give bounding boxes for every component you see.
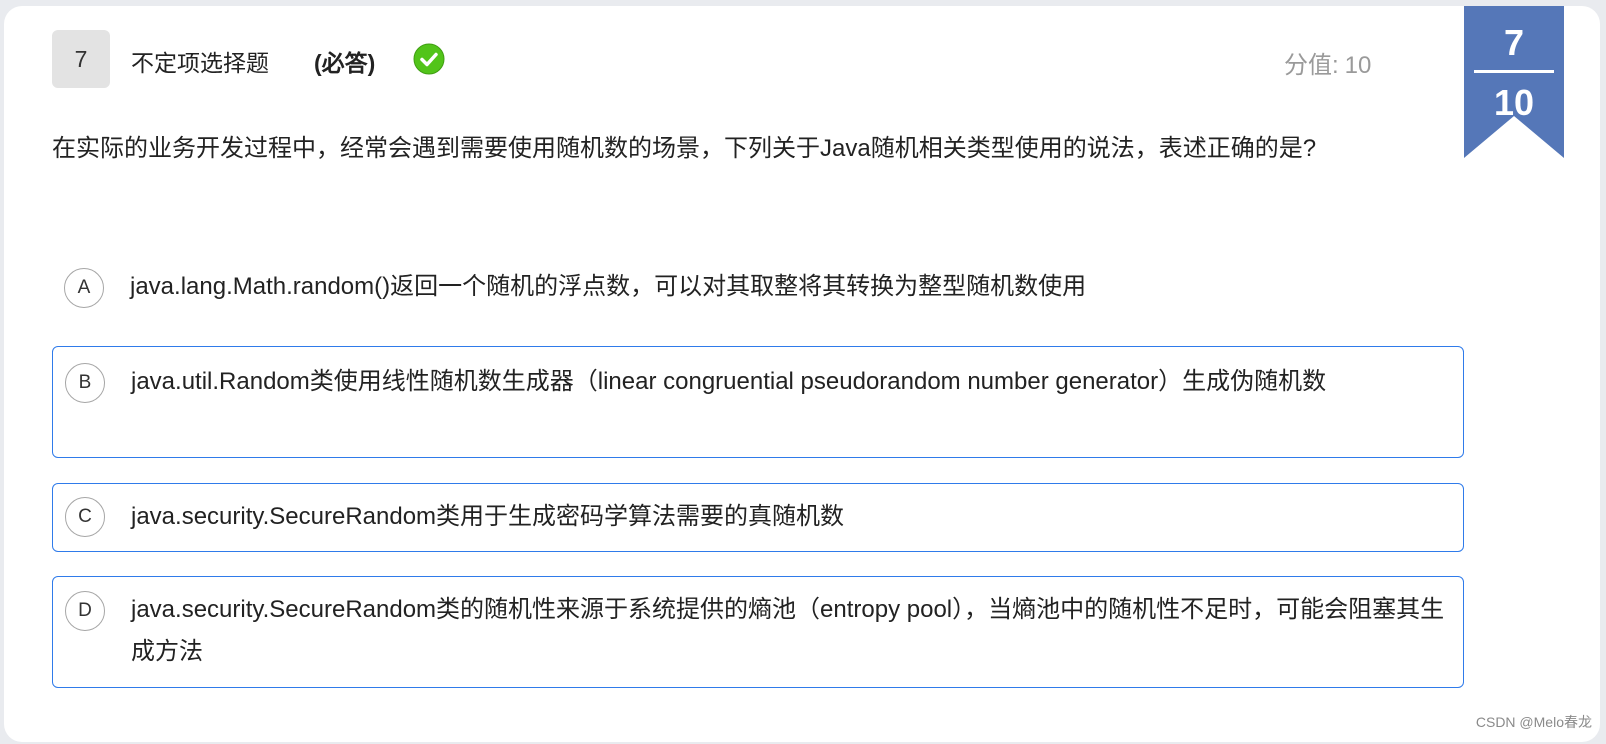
option-text: java.lang.Math.random()返回一个随机的浮点数，可以对其取整… <box>130 273 1087 300</box>
question-text: 在实际的业务开发过程中，经常会遇到需要使用随机数的场景，下列关于Java随机相关… <box>52 135 1317 162</box>
required-label: (必答) <box>314 50 376 76</box>
option-text: java.security.SecureRandom类用于生成密码学算法需要的真… <box>131 503 845 530</box>
progress-divider <box>1474 70 1554 73</box>
question-number: 7 <box>74 45 88 72</box>
score-label: 分值: <box>1284 52 1339 79</box>
option-text: java.security.SecureRandom类的随机性来源于系统提供的熵… <box>131 596 1445 665</box>
progress-ribbon: 7 10 <box>1464 6 1564 158</box>
option-letter: A <box>64 268 104 308</box>
progress-current: 7 <box>1503 22 1525 63</box>
option-letter: C <box>65 497 105 537</box>
watermark: CSDN @Melo春龙 <box>1475 714 1592 730</box>
option-text: java.util.Random类使用线性随机数生成器（linear congr… <box>131 368 1327 395</box>
option-b[interactable]: B java.util.Random类使用线性随机数生成器（linear con… <box>52 346 1464 458</box>
question-type-label: 不定项选择题 <box>131 50 269 76</box>
option-c[interactable]: C java.security.SecureRandom类用于生成密码学算法需要… <box>52 483 1464 552</box>
score-display: 分值: 10 <box>1284 45 1371 80</box>
option-a[interactable]: A java.lang.Math.random()返回一个随机的浮点数，可以对其… <box>52 262 1464 314</box>
option-letter: D <box>65 591 105 631</box>
question-number-badge: 7 <box>52 30 110 88</box>
check-circle-icon <box>413 43 445 75</box>
option-d[interactable]: D java.security.SecureRandom类的随机性来源于系统提供… <box>52 576 1464 688</box>
score-value: 10 <box>1344 52 1372 79</box>
option-letter: B <box>65 363 105 403</box>
progress-total: 10 <box>1493 82 1535 123</box>
